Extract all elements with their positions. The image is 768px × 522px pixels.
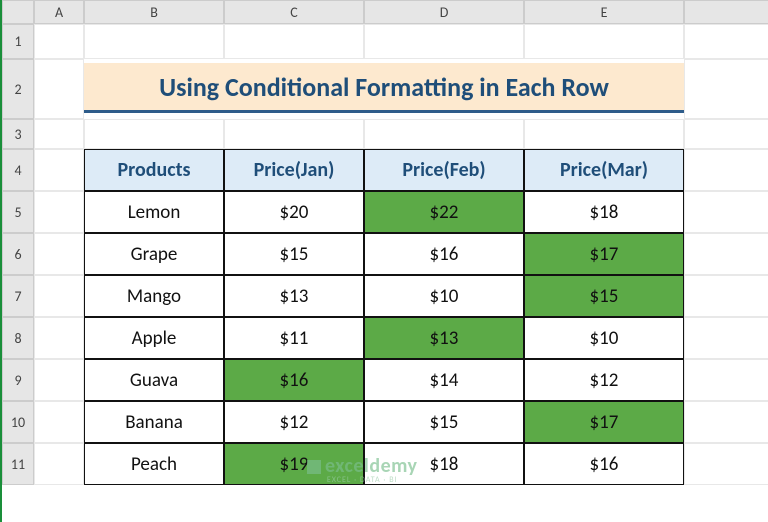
table-cell-jan[interactable]: $12 [224,401,364,443]
table-cell-feb[interactable]: $14 [364,359,524,401]
cell-f3[interactable] [684,119,768,149]
table-cell-feb[interactable]: $16 [364,233,524,275]
table-cell-jan[interactable]: $19 [224,443,364,485]
row-header-6[interactable]: 6 [2,233,34,275]
cell-a5[interactable] [34,191,84,233]
table-cell-jan[interactable]: $11 [224,317,364,359]
table-row[interactable]: Banana [84,401,224,443]
col-header-a[interactable]: A [34,0,84,24]
cell-f6[interactable] [684,233,768,275]
row-header-2[interactable]: 2 [2,59,34,119]
cell-d3[interactable] [364,119,524,149]
table-cell-mar[interactable]: $15 [524,275,684,317]
cell-b1[interactable] [84,24,224,59]
table-header-products[interactable]: Products [84,149,224,191]
cell-f4[interactable] [684,149,768,191]
cell-a3[interactable] [34,119,84,149]
cell-a4[interactable] [34,149,84,191]
cell-e3[interactable] [524,119,684,149]
col-header-c[interactable]: C [224,0,364,24]
table-header-feb[interactable]: Price(Feb) [364,149,524,191]
cell-f11[interactable] [684,443,768,485]
table-cell-feb[interactable]: $22 [364,191,524,233]
cell-a2[interactable] [34,59,84,119]
cell-a7[interactable] [34,275,84,317]
cell-f9[interactable] [684,359,768,401]
table-cell-mar[interactable]: $18 [524,191,684,233]
table-row[interactable]: Apple [84,317,224,359]
table-cell-mar[interactable]: $17 [524,401,684,443]
row-header-10[interactable]: 10 [2,401,34,443]
cell-a1[interactable] [34,24,84,59]
table-row[interactable]: Peach [84,443,224,485]
table-cell-mar[interactable]: $10 [524,317,684,359]
table-cell-feb[interactable]: $10 [364,275,524,317]
table-cell-feb[interactable]: $13 [364,317,524,359]
table-cell-mar[interactable]: $16 [524,443,684,485]
spreadsheet-grid: A B C D E 1 2 Using Conditional Formatti… [2,0,768,485]
select-all-corner[interactable] [2,0,34,24]
col-header-b[interactable]: B [84,0,224,24]
table-header-jan[interactable]: Price(Jan) [224,149,364,191]
row-header-1[interactable]: 1 [2,24,34,59]
cell-d1[interactable] [364,24,524,59]
cell-f8[interactable] [684,317,768,359]
cell-a8[interactable] [34,317,84,359]
cell-a6[interactable] [34,233,84,275]
row-header-9[interactable]: 9 [2,359,34,401]
row-header-11[interactable]: 11 [2,443,34,485]
table-cell-feb[interactable]: $15 [364,401,524,443]
cell-a9[interactable] [34,359,84,401]
cell-e1[interactable] [524,24,684,59]
table-cell-jan[interactable]: $15 [224,233,364,275]
row-header-8[interactable]: 8 [2,317,34,359]
table-row[interactable]: Lemon [84,191,224,233]
cell-f7[interactable] [684,275,768,317]
table-header-mar[interactable]: Price(Mar) [524,149,684,191]
cell-c1[interactable] [224,24,364,59]
table-cell-mar[interactable]: $17 [524,233,684,275]
table-cell-jan[interactable]: $13 [224,275,364,317]
table-row[interactable]: Grape [84,233,224,275]
col-header-blank[interactable] [684,0,768,24]
cell-a10[interactable] [34,401,84,443]
row-header-7[interactable]: 7 [2,275,34,317]
cell-b3[interactable] [84,119,224,149]
row-header-3[interactable]: 3 [2,119,34,149]
cell-f10[interactable] [684,401,768,443]
row-header-5[interactable]: 5 [2,191,34,233]
cell-f2[interactable] [684,59,768,119]
col-header-d[interactable]: D [364,0,524,24]
table-row[interactable]: Guava [84,359,224,401]
table-cell-feb[interactable]: $18 [364,443,524,485]
table-cell-jan[interactable]: $20 [224,191,364,233]
cell-f5[interactable] [684,191,768,233]
table-row[interactable]: Mango [84,275,224,317]
table-cell-mar[interactable]: $12 [524,359,684,401]
table-cell-jan[interactable]: $16 [224,359,364,401]
cell-f1[interactable] [684,24,768,59]
cell-a11[interactable] [34,443,84,485]
row-header-4[interactable]: 4 [2,149,34,191]
cell-c3[interactable] [224,119,364,149]
col-header-e[interactable]: E [524,0,684,24]
page-title[interactable]: Using Conditional Formatting in Each Row [84,63,684,113]
